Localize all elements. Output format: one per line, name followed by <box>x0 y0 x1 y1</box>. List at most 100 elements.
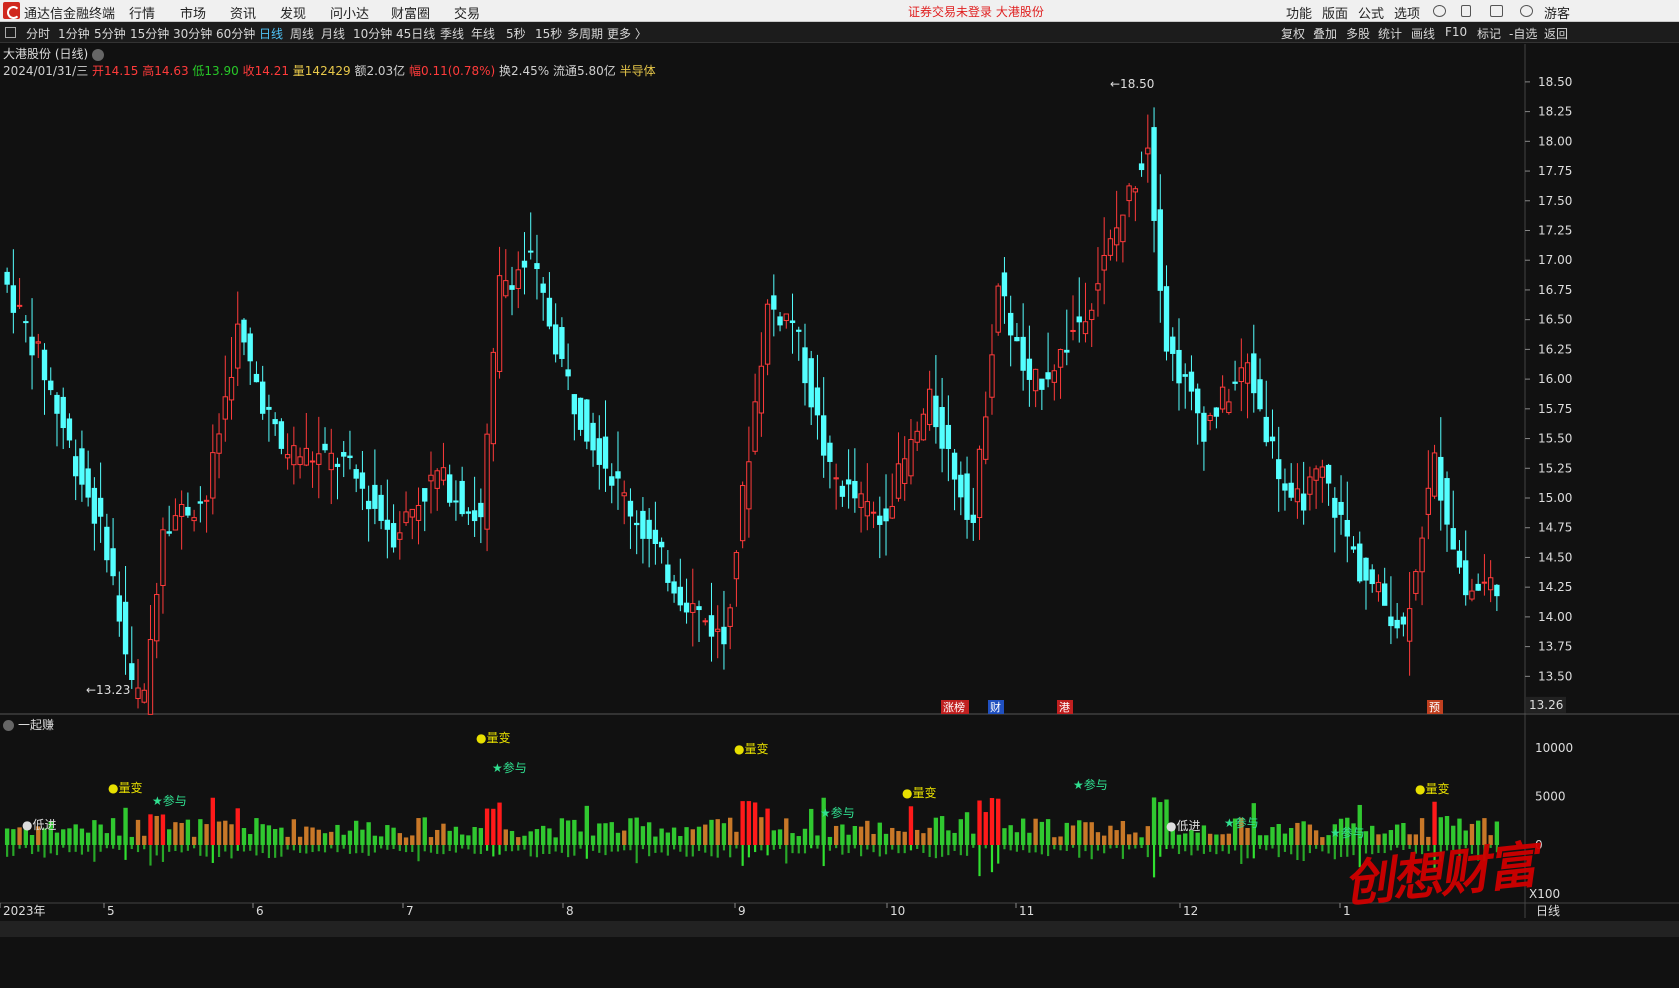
candle-body <box>764 303 771 365</box>
indicator-tick-label: 5000 <box>1535 790 1566 804</box>
indicator-down-bar <box>735 845 738 849</box>
dropdown-icon[interactable] <box>92 48 105 61</box>
indicator-down-bar <box>1171 845 1174 849</box>
indicator-signal: ★参与 <box>492 760 527 775</box>
time-label: 6 <box>256 904 264 918</box>
indicator-down-bar <box>878 845 881 857</box>
candle-body <box>1113 227 1120 246</box>
indicator-bar <box>983 812 988 845</box>
indicator-bar <box>977 800 982 845</box>
indicator-down-bar <box>380 845 383 849</box>
indicator-bar <box>703 824 708 845</box>
time-label: 5 <box>107 904 115 918</box>
indicator-dropdown-icon[interactable] <box>3 720 14 731</box>
indicator-down-bar <box>429 845 433 853</box>
indicator-bar <box>890 827 895 845</box>
indicator-down-bar <box>916 845 919 849</box>
indicator-bar <box>1027 832 1032 845</box>
indicator-bar <box>802 828 808 845</box>
indicator-down-bar <box>654 845 657 853</box>
indicator-down-bar <box>810 845 813 849</box>
indicator-down-bar <box>1321 845 1324 852</box>
indicator-bar <box>447 830 452 845</box>
candle-body <box>1039 378 1045 390</box>
candle-body <box>147 639 154 715</box>
candle-body <box>671 581 677 594</box>
indicator-down-bar <box>716 845 719 858</box>
indicator-bar <box>759 817 764 845</box>
min-price-label: ←13.23 <box>86 683 130 697</box>
indicator-down-bar <box>610 845 613 852</box>
indicator-bar <box>971 833 976 845</box>
candle-body <box>341 452 347 457</box>
indicator-bar <box>98 824 103 845</box>
indicator-bar <box>1133 832 1138 845</box>
indicator-down-bar <box>959 845 962 856</box>
indicator-bar <box>833 825 839 845</box>
indicator-bar <box>435 829 440 845</box>
candle-body <box>565 369 571 377</box>
indicator-down-bar <box>43 845 46 858</box>
indicator-bar <box>110 818 116 845</box>
candle-body <box>509 285 515 290</box>
candle-body <box>1419 537 1425 573</box>
indicator-down-bar <box>193 845 196 849</box>
indicator-bar <box>1320 837 1325 845</box>
candle-body <box>1438 456 1444 501</box>
candle-body <box>135 687 141 699</box>
quote-sector[interactable]: 半导体 <box>620 64 656 78</box>
candle-body <box>852 480 858 499</box>
indicator-bar <box>964 812 970 845</box>
indicator-bar <box>148 814 153 845</box>
indicator-bar <box>497 802 502 845</box>
indicator-bar <box>67 828 72 845</box>
candle-body <box>1026 358 1033 380</box>
indicator-title[interactable]: 一起赚 <box>3 716 54 733</box>
price-tick-label: 15.25 <box>1538 461 1572 475</box>
price-tick-label: 17.50 <box>1538 194 1572 208</box>
indicator-down-bar <box>791 845 794 854</box>
candle-body <box>814 387 821 416</box>
price-tick-label: 16.50 <box>1538 313 1572 327</box>
indicator-down-bar <box>1134 845 1137 849</box>
indicator-bar <box>877 822 882 845</box>
indicator-bar <box>297 836 303 845</box>
candle-body <box>609 476 615 486</box>
indicator-down-bar <box>697 845 701 851</box>
indicator-bar <box>1014 832 1020 845</box>
indicator-down-bar <box>510 845 514 852</box>
candle-body <box>253 373 260 383</box>
indicator-bar <box>1114 830 1119 845</box>
candle-body <box>297 456 303 466</box>
candle-body <box>552 324 559 355</box>
candle-body <box>372 484 378 509</box>
stock-title[interactable]: 大港股份 (日线) <box>3 45 105 62</box>
event-marker: 涨榜 <box>943 700 965 714</box>
indicator-tick-label: 10000 <box>1535 741 1573 755</box>
indicator-bar <box>634 817 639 845</box>
indicator-bar <box>559 818 565 845</box>
indicator-down-bar <box>722 845 726 851</box>
indicator-down-bar <box>928 845 931 857</box>
candle-body <box>1014 337 1020 342</box>
candle-body <box>976 448 983 519</box>
indicator-down-bar <box>517 845 520 851</box>
candle-body <box>1338 501 1344 515</box>
indicator-down-bar <box>1022 845 1025 851</box>
indicator-down-bar <box>1115 845 1118 848</box>
indicator-down-bar <box>286 845 289 850</box>
indicator-bar <box>403 837 409 845</box>
quote-volume: 量142429 <box>292 64 351 78</box>
candle-body <box>1238 367 1244 383</box>
candle-body <box>584 399 590 442</box>
indicator-bar <box>459 834 465 845</box>
price-tick-label: 18.00 <box>1538 134 1572 148</box>
candle-body <box>459 480 465 515</box>
candle-body <box>727 607 733 627</box>
indicator-down-bar <box>1121 845 1124 859</box>
indicator-down-bar <box>236 845 239 851</box>
candle-body <box>490 351 496 445</box>
indicator-down-bar <box>461 845 464 849</box>
candle-body <box>1226 401 1232 414</box>
candle-body <box>1182 374 1188 377</box>
